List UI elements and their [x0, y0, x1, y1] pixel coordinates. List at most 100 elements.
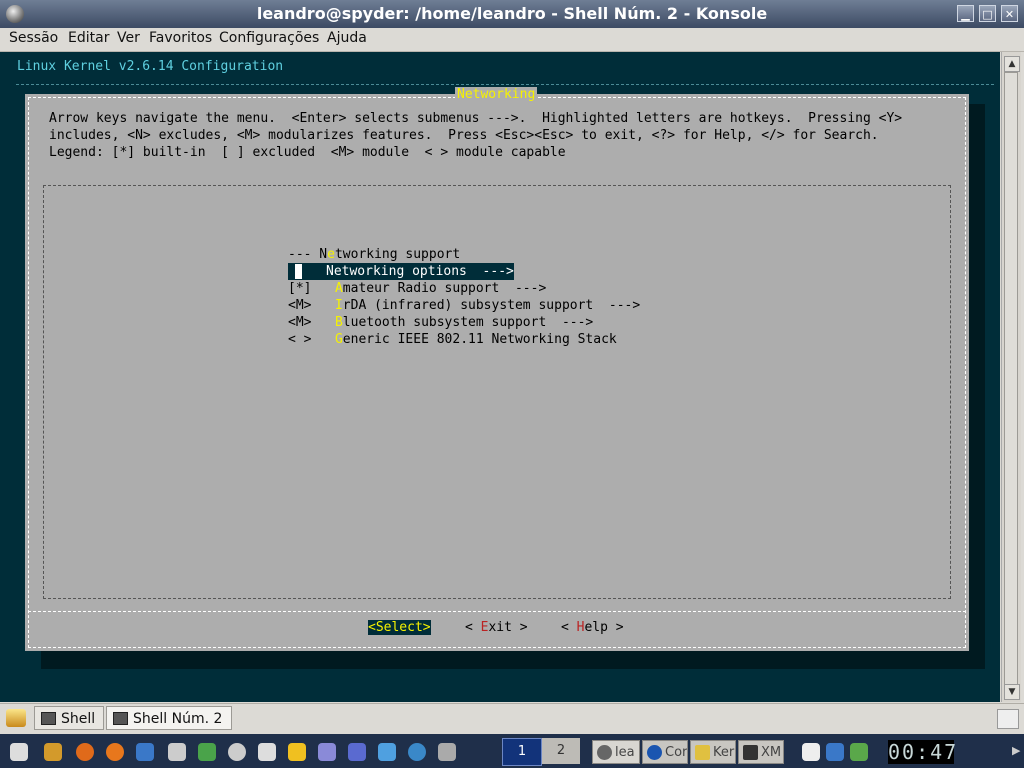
k-menu-icon[interactable]: [10, 743, 28, 761]
menu-item-bluetooth[interactable]: <M> Bluetooth subsystem support --->: [288, 314, 593, 331]
item-prefix: [*]: [288, 281, 335, 296]
item-prefix: <M>: [288, 315, 335, 330]
menu-item-ieee80211[interactable]: < > Generic IEEE 802.11 Networking Stack: [288, 331, 617, 348]
app-icon[interactable]: [288, 743, 306, 761]
networking-dialog: Networking Arrow keys navigate the menu.…: [25, 87, 969, 651]
desktop-1-button[interactable]: 1: [502, 738, 542, 766]
konsole-icon: [597, 745, 612, 760]
new-session-icon[interactable]: [6, 709, 26, 727]
app-icon[interactable]: [258, 743, 276, 761]
button-bracket: <: [561, 620, 577, 635]
app-icon[interactable]: [438, 743, 456, 761]
app-icon[interactable]: [168, 743, 186, 761]
menu-item-amateur-radio[interactable]: [*] Amateur Radio support --->: [288, 280, 546, 297]
task-xm[interactable]: XM: [738, 740, 784, 764]
item-hotkey: A: [334, 281, 343, 296]
close-session-icon[interactable]: [997, 709, 1019, 729]
menu-sessao[interactable]: Sessão: [9, 30, 58, 46]
button-bracket: <: [465, 620, 481, 635]
terminal-area[interactable]: Linux Kernel v2.6.14 Configuration Netwo…: [0, 52, 1000, 702]
help-text: Arrow keys navigate the menu. <Enter> se…: [49, 110, 902, 161]
tab-shell[interactable]: Shell: [34, 706, 104, 730]
button-label: xit >: [488, 620, 528, 635]
app-icon[interactable]: [136, 743, 154, 761]
help-line: includes, <N> excludes, <M> modularizes …: [49, 128, 879, 143]
terminal-icon: [41, 712, 56, 725]
item-label: tworking support: [334, 247, 461, 262]
button-label: elp >: [584, 620, 624, 635]
terminal-scrollbar[interactable]: ▲ ▼: [1001, 52, 1021, 702]
task-label: Ker: [713, 745, 735, 760]
item-hotkey: G: [334, 332, 343, 347]
desktop-icon[interactable]: [44, 743, 62, 761]
folder-icon: [695, 745, 710, 760]
task-kernel[interactable]: Ker: [690, 740, 736, 764]
help-line: Legend: [*] built-in [ ] excluded <M> mo…: [49, 145, 566, 160]
app-icon[interactable]: [348, 743, 366, 761]
minimize-button[interactable]: ▁: [957, 5, 974, 22]
exit-button[interactable]: < Exit >: [465, 620, 528, 635]
menu-bar: Sessão Editar Ver Favoritos Configuraçõe…: [0, 28, 1024, 52]
dialog-shadow: [41, 651, 985, 669]
menu-item-irda[interactable]: <M> IrDA (infrared) subsystem support --…: [288, 297, 640, 314]
item-label: rDA (infrared) subsystem support --->: [342, 298, 641, 313]
browser-icon[interactable]: [76, 743, 94, 761]
kernel-config-title: Linux Kernel v2.6.14 Configuration: [17, 59, 284, 74]
tab-label: Shell Núm. 2: [133, 711, 223, 727]
menu-item-networking-support[interactable]: --- Networking support: [288, 246, 460, 263]
menu-ajuda[interactable]: Ajuda: [327, 30, 367, 46]
item-prefix: <M>: [288, 298, 335, 313]
task-browser[interactable]: Cor: [642, 740, 688, 764]
item-label: mateur Radio support --->: [342, 281, 547, 296]
window-titlebar[interactable]: leandro@spyder: /home/leandro - Shell Nú…: [0, 0, 1024, 28]
item-prefix: < >: [288, 332, 335, 347]
item-label: luetooth subsystem support --->: [342, 315, 594, 330]
scroll-up-arrow-icon[interactable]: ▲: [1004, 56, 1020, 72]
tray-icon[interactable]: [826, 743, 844, 761]
app-icon[interactable]: [198, 743, 216, 761]
scroll-down-arrow-icon[interactable]: ▼: [1004, 684, 1020, 700]
session-tab-bar: Shell Shell Núm. 2: [0, 703, 1024, 734]
menu-item-networking-options[interactable]: Networking options --->: [288, 263, 514, 280]
app-icon[interactable]: [378, 743, 396, 761]
title-divider: [16, 84, 994, 85]
menu-editar[interactable]: Editar: [68, 30, 109, 46]
item-hotkey: e: [327, 247, 335, 262]
task-label: Cor: [665, 745, 688, 760]
help-button[interactable]: < Help >: [561, 620, 624, 635]
tab-shell-num-2[interactable]: Shell Núm. 2: [106, 706, 232, 730]
task-label: lea: [615, 745, 635, 760]
help-line: Arrow keys navigate the menu. <Enter> se…: [49, 111, 903, 126]
globe-icon: [647, 745, 662, 760]
cd-icon[interactable]: [228, 743, 246, 761]
item-label: eneric IEEE 802.11 Networking Stack: [342, 332, 617, 347]
digital-clock[interactable]: 00:47: [888, 740, 956, 764]
scrollbar-thumb[interactable]: [1004, 72, 1018, 692]
tray-icon[interactable]: [802, 743, 820, 761]
item-hotkey: B: [334, 315, 343, 330]
task-label: XM: [761, 745, 782, 760]
firefox-icon[interactable]: [106, 743, 124, 761]
item-label: etworking options --->: [333, 264, 514, 279]
chevron-right-icon[interactable]: ▶: [1012, 744, 1020, 757]
tab-label: Shell: [61, 711, 96, 727]
network-icon[interactable]: [850, 743, 868, 761]
menu-list: [43, 185, 951, 599]
select-button[interactable]: <Select>: [368, 620, 431, 635]
window-title: leandro@spyder: /home/leandro - Shell Nú…: [256, 4, 768, 23]
close-button[interactable]: ✕: [1001, 5, 1018, 22]
task-konsole[interactable]: lea: [592, 740, 640, 764]
desktop-2-button[interactable]: 2: [542, 738, 580, 764]
dialog-shadow: [969, 104, 985, 669]
app-icon[interactable]: [408, 743, 426, 761]
menu-favoritos[interactable]: Favoritos: [149, 30, 212, 46]
app-icon[interactable]: [318, 743, 336, 761]
terminal-icon: [113, 712, 128, 725]
item-hotkey: I: [334, 298, 343, 313]
item-prefix: --- N: [288, 247, 328, 262]
dialog-title: Networking: [455, 87, 538, 102]
menu-ver[interactable]: Ver: [117, 30, 140, 46]
menu-configuracoes[interactable]: Configurações: [219, 30, 319, 46]
item-hotkey: N: [326, 264, 334, 279]
maximize-button[interactable]: □: [979, 5, 996, 22]
